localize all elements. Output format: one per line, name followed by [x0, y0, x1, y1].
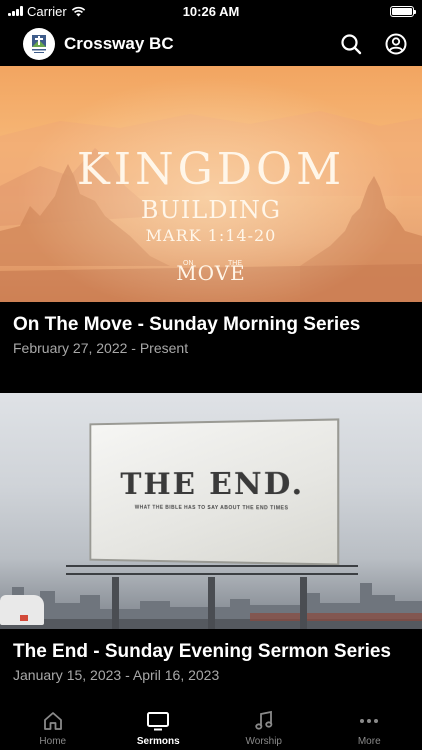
series-card[interactable]: KINGDOM BUILDING MARK 1:14-20 ON THE MOV… [0, 66, 422, 356]
app-title: Crossway BC [64, 34, 174, 53]
tab-label: Sermons [136, 736, 180, 747]
wifi-icon [71, 6, 86, 17]
tab-label: More [357, 736, 381, 747]
tab-bar: Home Sermons Worship More [0, 698, 422, 750]
tv-icon [147, 712, 170, 731]
artwork-subheadline: BUILDING [140, 196, 282, 224]
app-header: Crossway BC [0, 22, 422, 66]
series-title[interactable]: On The Move - Sunday Morning Series [13, 314, 409, 336]
search-icon[interactable] [339, 32, 363, 56]
status-left: Carrier [8, 4, 86, 19]
more-dots-icon [360, 719, 379, 723]
series-date: February 27, 2022 - Present [13, 340, 189, 356]
billboard-post [112, 577, 119, 629]
status-time: 10:26 AM [182, 3, 240, 19]
tab-worship[interactable]: Worship [211, 698, 317, 750]
car [0, 595, 44, 625]
billboard: THE END. WHAT THE BIBLE HAS TO SAY ABOUT… [89, 418, 340, 566]
status-bar: Carrier 10:26 AM [0, 0, 422, 22]
artwork-scripture: MARK 1:14-20 [145, 226, 277, 245]
series-title[interactable]: The End - Sunday Evening Sermon Series [13, 641, 409, 663]
tab-label: Home [39, 736, 67, 747]
signal-icon [8, 6, 23, 16]
series-date: January 15, 2023 - April 16, 2023 [13, 667, 220, 683]
artwork-subheadline: WHAT THE BIBLE HAS TO SAY ABOUT THE END … [134, 504, 289, 512]
artwork-headline: THE END. [120, 466, 305, 503]
home-icon [43, 712, 62, 730]
tab-home[interactable]: Home [0, 698, 106, 750]
billboard-post [300, 577, 307, 629]
billboard-frame [66, 565, 358, 575]
carrier-label: Carrier [27, 3, 67, 19]
user-circle-icon[interactable] [384, 32, 408, 56]
battery-icon [390, 5, 416, 17]
tab-more[interactable]: More [317, 698, 422, 750]
header-actions [339, 32, 408, 56]
series-artwork[interactable]: THE END. WHAT THE BIBLE HAS TO SAY ABOUT… [0, 393, 422, 629]
billboard-post [208, 577, 215, 629]
artwork-move: MOVE [176, 261, 246, 285]
artwork-headline: KINGDOM [76, 144, 346, 195]
series-card[interactable]: THE END. WHAT THE BIBLE HAS TO SAY ABOUT… [0, 393, 422, 683]
series-artwork[interactable]: KINGDOM BUILDING MARK 1:14-20 ON THE MOV… [0, 66, 422, 302]
music-note-icon [255, 710, 273, 730]
tab-sermons[interactable]: Sermons [106, 698, 212, 750]
tab-label: Worship [245, 736, 283, 747]
crossway-logo[interactable] [23, 28, 55, 60]
